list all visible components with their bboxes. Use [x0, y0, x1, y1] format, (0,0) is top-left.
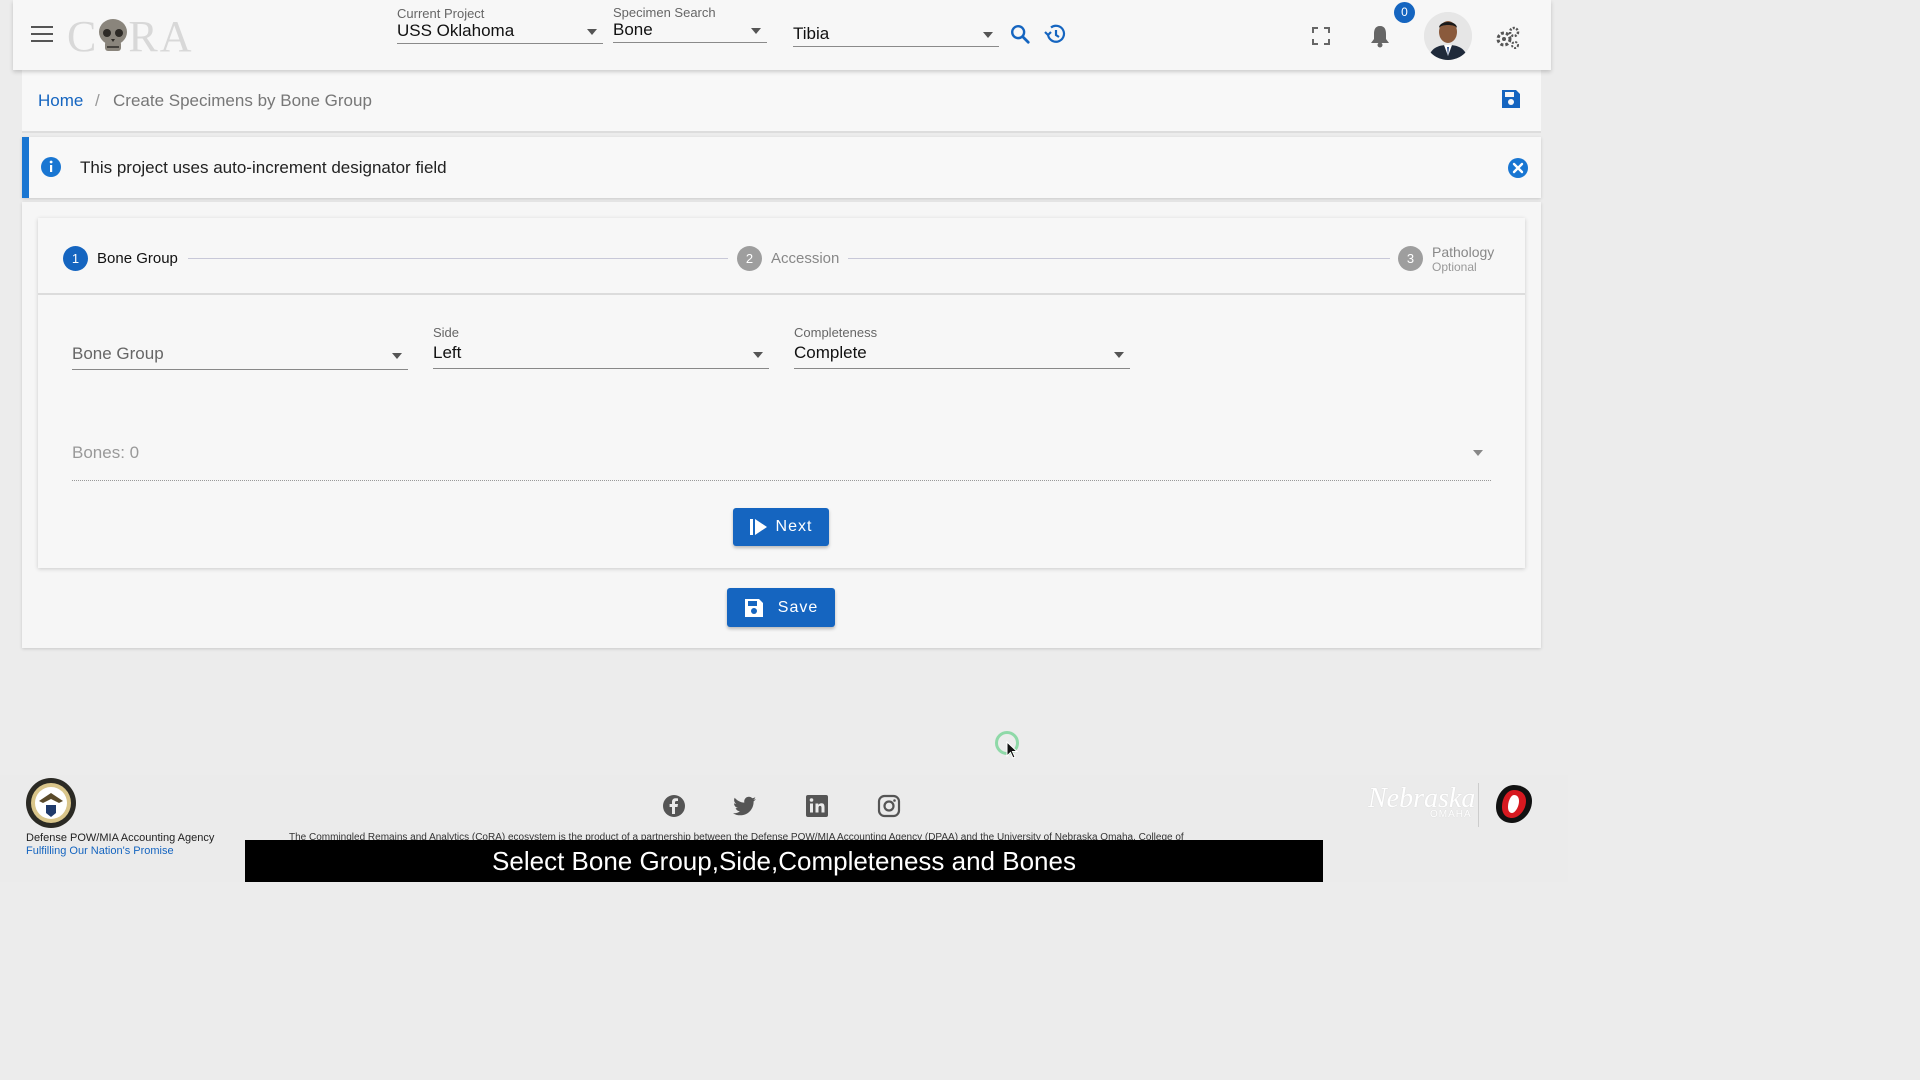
tab-accession[interactable]: Accession: [771, 250, 839, 267]
step-3-sublabel: Optional: [1432, 260, 1477, 274]
current-project-select[interactable]: Current Project USS Oklahoma: [397, 6, 603, 44]
skip-next-icon: [749, 519, 767, 535]
history-icon[interactable]: [1043, 22, 1067, 46]
breadcrumb-home-link[interactable]: Home: [38, 91, 83, 111]
instagram-icon[interactable]: [877, 794, 901, 818]
bones-select[interactable]: Bones: 0: [72, 443, 1491, 481]
linkedin-icon[interactable]: [805, 794, 829, 818]
top-app-bar: C RA Current Project USS Oklahoma Specim…: [13, 0, 1551, 70]
cora-logo: C RA: [67, 12, 193, 61]
specimen-search-select[interactable]: Specimen Search Bone: [613, 5, 767, 43]
info-icon: [41, 157, 61, 177]
step-3-number: 3: [1398, 246, 1423, 271]
logo-text-right: RA: [128, 11, 194, 61]
next-button[interactable]: Next: [733, 508, 829, 546]
search-icon[interactable]: [1009, 23, 1031, 45]
footer-divider: [1478, 783, 1479, 827]
alert-message: This project uses auto-increment designa…: [80, 158, 447, 177]
specimen-search-label: Specimen Search: [613, 5, 716, 20]
save-icon[interactable]: [1501, 89, 1521, 109]
skull-icon: [99, 19, 128, 51]
chevron-down-icon: [751, 28, 761, 34]
step-connector: [848, 258, 1390, 259]
page-title: Create Specimens by Bone Group: [113, 91, 372, 110]
breadcrumb: Home / Create Specimens by Bone Group: [22, 70, 1541, 133]
mouse-cursor-icon: [1006, 741, 1018, 759]
logo-text-left: C: [67, 11, 99, 61]
agency-tagline[interactable]: Fulfilling Our Nation's Promise: [26, 845, 174, 857]
next-button-label: Next: [775, 518, 813, 535]
stepper-card: 1 Bone Group 2 Accession 3 Pathology Opt…: [38, 218, 1525, 568]
step-1-number: 1: [63, 246, 88, 271]
side-select[interactable]: Side Left: [433, 325, 769, 369]
agency-name: Defense POW/MIA Accounting Agency: [26, 832, 215, 844]
specimen-search-value: Bone: [613, 20, 653, 39]
tab-bone-group[interactable]: Bone Group: [97, 250, 178, 267]
menu-icon[interactable]: [31, 26, 53, 44]
facebook-icon[interactable]: [662, 794, 686, 818]
notification-badge: 0: [1394, 2, 1415, 23]
stepper-header: 1 Bone Group 2 Accession 3 Pathology Opt…: [38, 218, 1525, 295]
bones-placeholder: Bones: 0: [72, 443, 140, 462]
partner-logo-subtext: OMAHA: [1430, 809, 1472, 820]
side-value: Left: [433, 343, 462, 362]
side-label: Side: [433, 325, 460, 340]
chevron-down-icon: [1114, 352, 1124, 358]
settings-icon[interactable]: [1495, 26, 1521, 50]
chevron-down-icon: [753, 352, 763, 358]
close-icon[interactable]: [1507, 157, 1529, 179]
save-icon: [744, 598, 763, 617]
tab-pathology[interactable]: Pathology: [1432, 244, 1494, 260]
step-2-number: 2: [737, 246, 762, 271]
save-button[interactable]: Save: [727, 588, 835, 627]
chevron-down-icon: [983, 32, 993, 38]
uno-logo-icon: [1496, 785, 1532, 823]
bell-icon[interactable]: [1369, 24, 1391, 48]
bone-select-value: Tibia: [793, 24, 830, 43]
chevron-down-icon: [1473, 450, 1483, 456]
breadcrumb-separator: /: [95, 91, 100, 110]
avatar[interactable]: [1424, 12, 1472, 60]
info-alert: This project uses auto-increment designa…: [22, 137, 1541, 198]
main-card: 1 Bone Group 2 Accession 3 Pathology Opt…: [22, 202, 1541, 648]
chevron-down-icon: [392, 353, 402, 359]
completeness-select[interactable]: Completeness Complete: [794, 325, 1130, 369]
video-caption: Select Bone Group,Side,Completeness and …: [245, 840, 1323, 882]
bone-group-select[interactable]: Bone Group: [72, 344, 408, 370]
fullscreen-icon[interactable]: [1311, 26, 1331, 46]
current-project-label: Current Project: [397, 6, 485, 21]
save-button-label: Save: [777, 598, 819, 616]
current-project-value: USS Oklahoma: [397, 21, 515, 40]
bone-select[interactable]: Tibia: [793, 24, 999, 47]
dpaa-seal-icon: [26, 778, 76, 828]
bone-group-placeholder: Bone Group: [72, 344, 164, 363]
twitter-icon[interactable]: [733, 794, 757, 818]
user-photo-icon: [1424, 12, 1472, 60]
chevron-down-icon: [587, 29, 597, 35]
completeness-label: Completeness: [794, 325, 878, 340]
step-connector: [188, 258, 728, 259]
completeness-value: Complete: [794, 343, 867, 362]
